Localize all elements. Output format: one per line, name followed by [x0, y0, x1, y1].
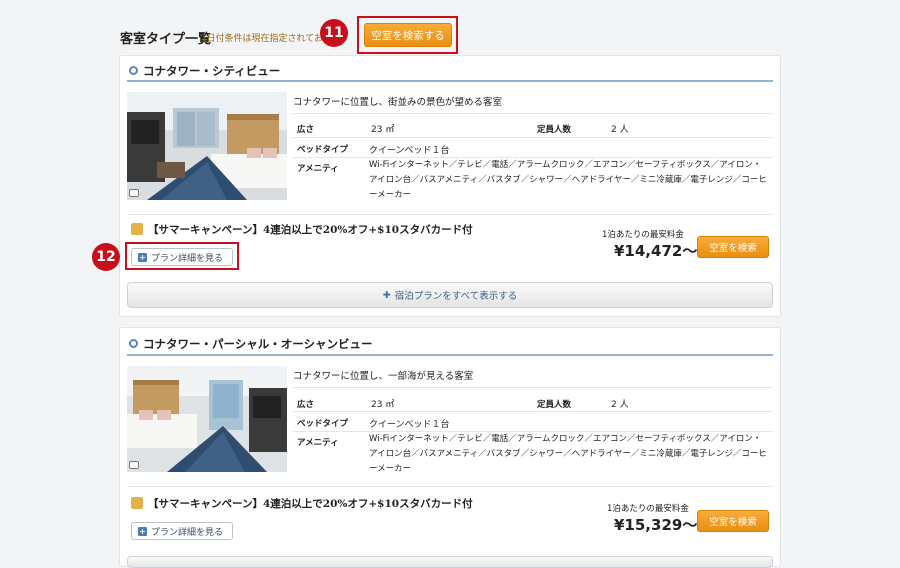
plan-detail-button[interactable]: + プラン詳細を見る: [131, 522, 233, 540]
room-description: コナタワーに位置し、一部海が見える客室: [293, 371, 474, 382]
price-note: 1泊あたりの最安料金: [607, 504, 689, 514]
capacity-label: 定員人数: [537, 400, 572, 410]
plus-icon: +: [138, 252, 147, 262]
section-divider: [127, 214, 773, 215]
search-vacancy-button[interactable]: 空室を検索: [697, 510, 769, 532]
plan-detail-label: プラン詳細を見る: [151, 253, 224, 264]
room-photo[interactable]: [127, 366, 287, 472]
show-all-plans-button[interactable]: ✚ 宿泊プランをすべて表示する: [127, 282, 773, 308]
row-divider: [293, 113, 773, 114]
plan-title[interactable]: 【サマーキャンペーン】4連泊以上で20%オフ+$10スタバカード付: [148, 222, 473, 237]
title-divider: [127, 80, 773, 82]
room-description: コナタワーに位置し、街並みの景色が望める客室: [293, 97, 503, 108]
title-divider: [127, 354, 773, 356]
bed-type-value: クイーンベッド１台: [369, 420, 450, 430]
show-all-label: 宿泊プランをすべて表示する: [394, 291, 518, 302]
tag-icon: [131, 223, 143, 235]
room-name[interactable]: コナタワー・シティビュー: [143, 63, 280, 79]
amenity-label: アメニティ: [297, 164, 339, 174]
tag-icon: [131, 497, 143, 509]
amenity-value: Wi-Fiインターネット／テレビ／電話／アラームクロック／エアコン／セーフティボ…: [369, 160, 767, 200]
room-marker-icon: [129, 339, 138, 348]
callout-badge-11: 11: [320, 19, 348, 47]
room-name[interactable]: コナタワー・パーシャル・オーシャンビュー: [143, 336, 373, 352]
section-divider: [127, 486, 773, 487]
capacity-value: 2 人: [611, 400, 629, 410]
bed-type-label: ベッドタイプ: [297, 419, 349, 429]
room-marker-icon: [129, 66, 138, 75]
bed-type-value: クイーンベッド１台: [369, 146, 450, 156]
plan-title[interactable]: 【サマーキャンペーン】4連泊以上で20%オフ+$10スタバカード付: [148, 496, 473, 511]
price: ¥14,472〜: [614, 242, 698, 260]
capacity-label: 定員人数: [537, 125, 572, 135]
plus-icon: +: [138, 526, 147, 536]
show-all-plans-button[interactable]: [127, 556, 773, 568]
amenity-value: Wi-Fiインターネット／テレビ／電話／アラームクロック／エアコン／セーフティボ…: [369, 434, 767, 474]
size-label: 広さ: [297, 125, 315, 135]
row-divider: [293, 387, 773, 388]
capacity-value: 2 人: [611, 125, 629, 135]
camera-icon[interactable]: [129, 189, 139, 197]
date-condition-note: (日付条件は現在指定されておりません): [203, 34, 323, 44]
size-value: 23 ㎡: [371, 400, 395, 410]
plus-icon: ✚: [382, 289, 391, 301]
size-label: 広さ: [297, 400, 315, 410]
row-divider: [293, 411, 773, 412]
search-availability-button[interactable]: 空室を検索する: [364, 23, 452, 47]
price-note: 1泊あたりの最安料金: [602, 230, 684, 240]
amenity-label: アメニティ: [297, 438, 339, 448]
size-value: 23 ㎡: [371, 125, 395, 135]
room-photo[interactable]: [127, 92, 287, 200]
price: ¥15,329〜: [614, 516, 698, 534]
camera-icon[interactable]: [129, 461, 139, 469]
page-title: 客室タイプ一覧: [120, 32, 212, 47]
search-vacancy-button[interactable]: 空室を検索: [697, 236, 769, 258]
callout-badge-12: 12: [92, 243, 120, 271]
plan-detail-label: プラン詳細を見る: [151, 527, 224, 538]
bed-type-label: ベッドタイプ: [297, 145, 349, 155]
plan-detail-button[interactable]: + プラン詳細を見る: [131, 248, 233, 266]
row-divider: [293, 137, 773, 138]
